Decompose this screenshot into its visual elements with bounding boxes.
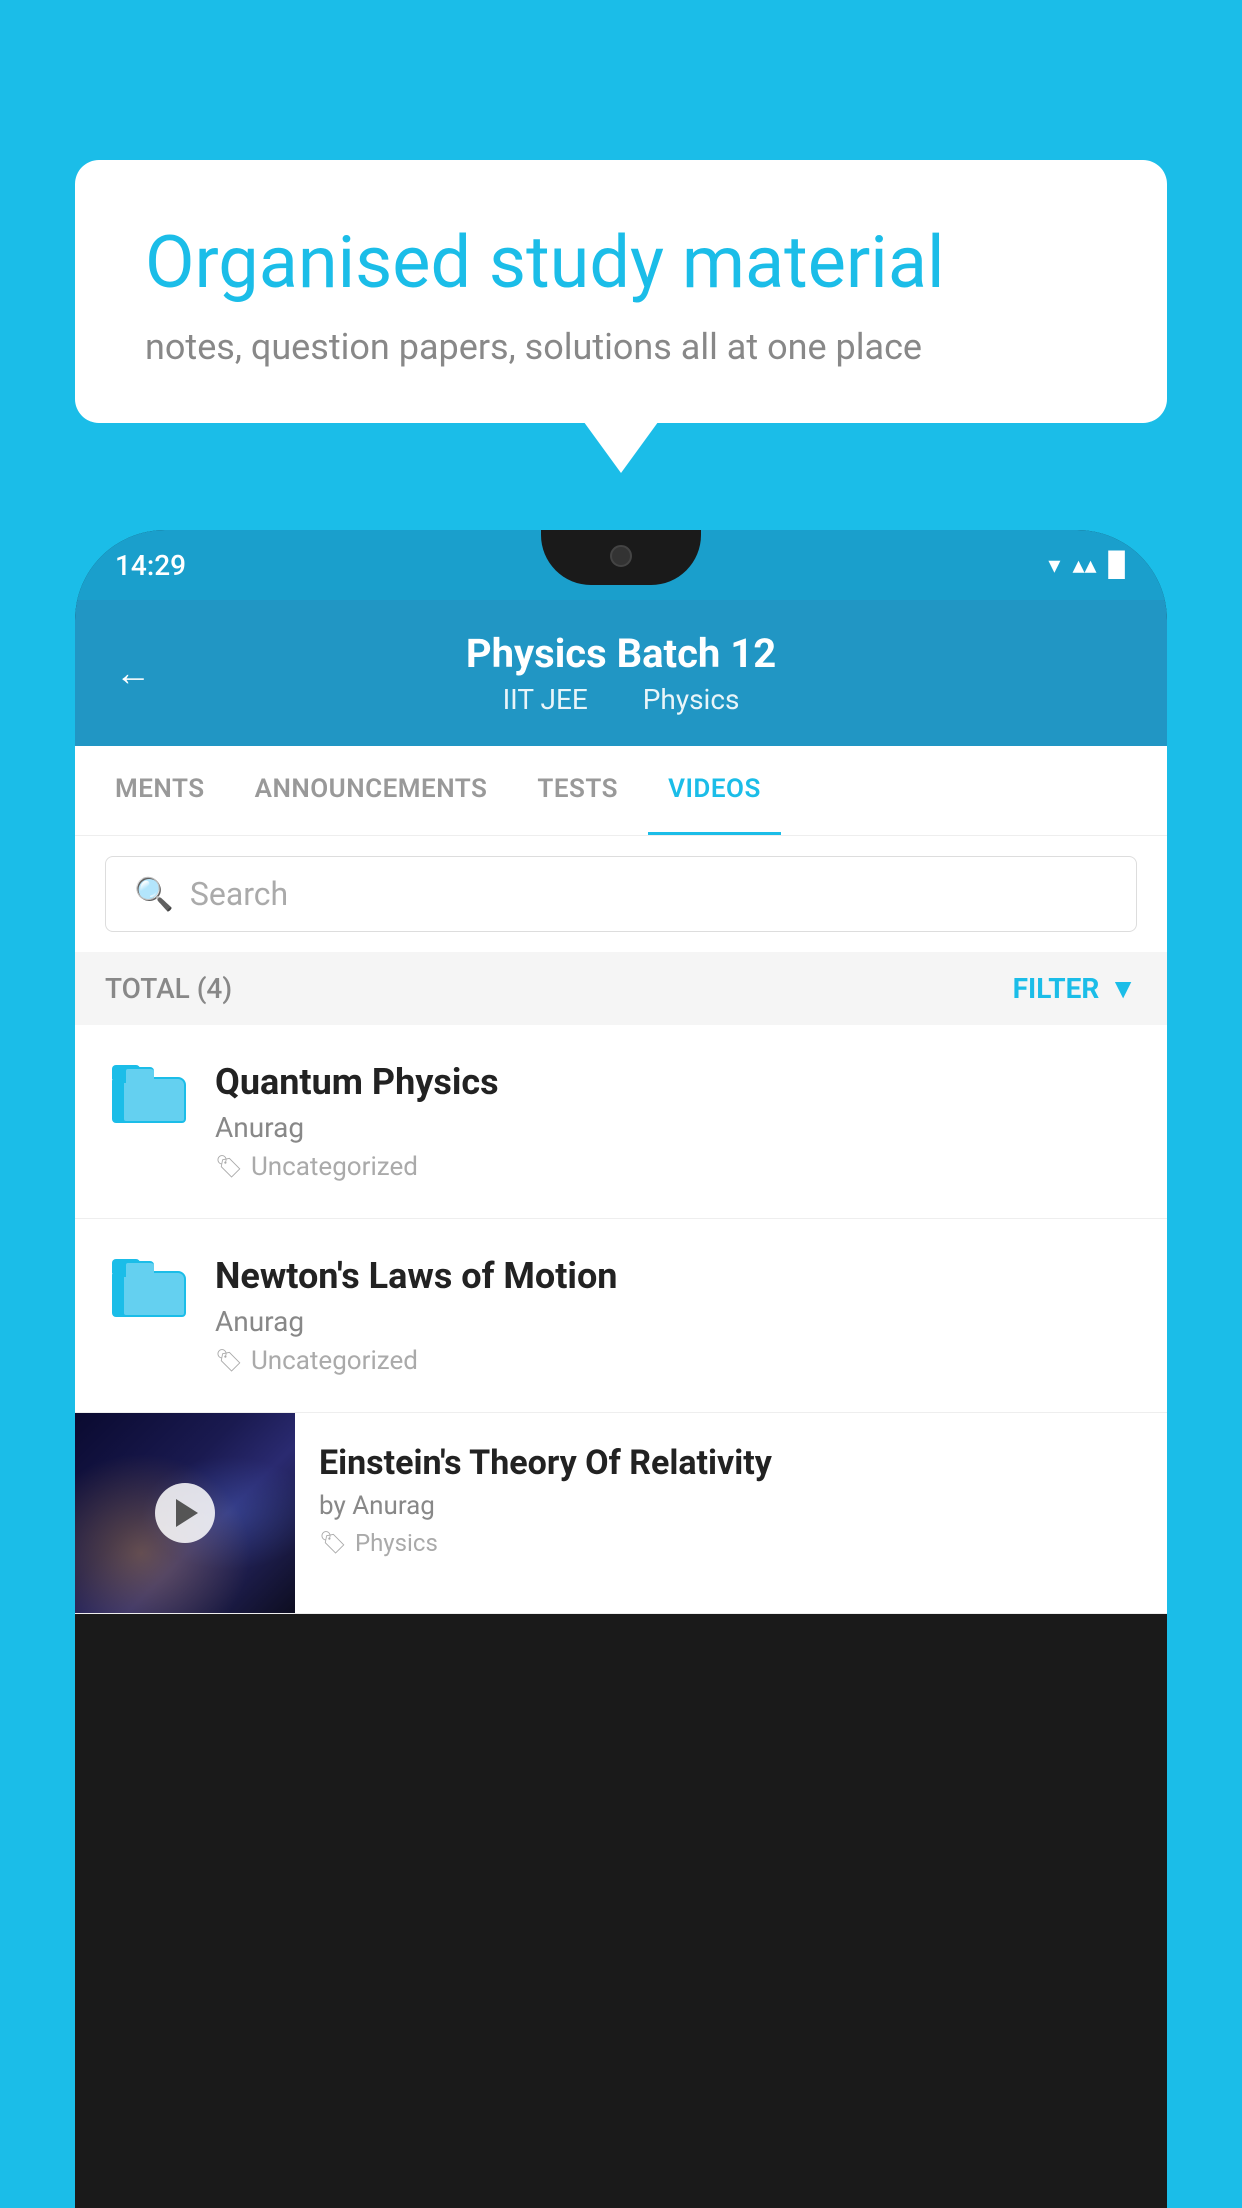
list-item-video[interactable]: Einstein's Theory Of Relativity by Anura… [75,1413,1167,1614]
camera [610,545,632,567]
tag-label: Uncategorized [251,1152,418,1182]
subtitle-iit: IIT JEE [503,683,588,716]
status-bar: 14:29 ▾ ▴▴ ▉ [75,530,1167,600]
subtitle-physics: Physics [643,683,740,716]
tag-label: Uncategorized [251,1346,418,1376]
search-placeholder: Search [190,875,288,913]
video-title: Einstein's Theory Of Relativity [319,1443,1143,1483]
tab-videos[interactable]: VIDEOS [648,746,781,835]
search-icon: 🔍 [134,875,174,913]
list-item[interactable]: Newton's Laws of Motion Anurag 🏷 Uncateg… [75,1219,1167,1413]
search-bar[interactable]: 🔍 Search [105,856,1137,932]
item-author: Anurag [215,1111,1137,1144]
wifi-icon: ▾ [1048,551,1060,579]
header-title: Physics Batch 12 [115,630,1127,677]
folder-icon [112,1065,178,1123]
filter-icon: ▼ [1109,972,1137,1005]
app-header: ← Physics Batch 12 IIT JEE Physics [75,600,1167,746]
folder-front [122,1077,186,1123]
battery-icon: ▉ [1109,551,1127,579]
item-content: Quantum Physics Anurag 🏷 Uncategorized [215,1061,1137,1182]
tab-tests[interactable]: TESTS [517,746,638,835]
filter-button[interactable]: FILTER ▼ [1013,972,1137,1005]
tag-icon: 🏷 [319,1531,347,1556]
item-title: Quantum Physics [215,1061,1137,1103]
status-icons: ▾ ▴▴ ▉ [1048,551,1127,579]
list-item[interactable]: Quantum Physics Anurag 🏷 Uncategorized [75,1025,1167,1219]
notch [541,530,701,585]
search-container: 🔍 Search [75,836,1167,952]
folder-front [122,1271,186,1317]
video-list: Quantum Physics Anurag 🏷 Uncategorized N… [75,1025,1167,1614]
status-time: 14:29 [115,549,186,582]
hero-title: Organised study material [145,220,1097,306]
item-content: Newton's Laws of Motion Anurag 🏷 Uncateg… [215,1255,1137,1376]
filter-label: FILTER [1013,972,1100,1005]
item-tag: 🏷 Uncategorized [215,1346,1137,1376]
folder-icon-wrap [105,1065,185,1123]
video-tag: 🏷 Physics [319,1529,1143,1557]
item-title: Newton's Laws of Motion [215,1255,1137,1297]
signal-icon: ▴▴ [1072,551,1096,579]
tab-announcements[interactable]: ANNOUNCEMENTS [235,746,508,835]
video-thumbnail [75,1413,295,1613]
video-content: Einstein's Theory Of Relativity by Anura… [295,1413,1167,1587]
tag-label: Physics [355,1529,438,1557]
item-author: Anurag [215,1305,1137,1338]
item-tag: 🏷 Uncategorized [215,1152,1137,1182]
play-icon [176,1499,198,1527]
video-author: by Anurag [319,1491,1143,1521]
tab-ments[interactable]: MENTS [95,746,225,835]
tab-bar: MENTS ANNOUNCEMENTS TESTS VIDEOS [75,746,1167,836]
header-subtitle: IIT JEE Physics [115,683,1127,716]
total-label: TOTAL (4) [105,972,232,1005]
phone-frame: 14:29 ▾ ▴▴ ▉ ← Physics Batch 12 IIT JEE … [75,530,1167,2208]
play-button[interactable] [155,1483,215,1543]
hero-subtitle: notes, question papers, solutions all at… [145,326,1097,368]
back-button[interactable]: ← [115,652,151,694]
hero-card: Organised study material notes, question… [75,160,1167,423]
folder-icon-wrap [105,1259,185,1317]
tag-icon: 🏷 [215,1349,243,1374]
filter-bar: TOTAL (4) FILTER ▼ [75,952,1167,1025]
folder-icon [112,1259,178,1317]
tag-icon: 🏷 [215,1155,243,1180]
